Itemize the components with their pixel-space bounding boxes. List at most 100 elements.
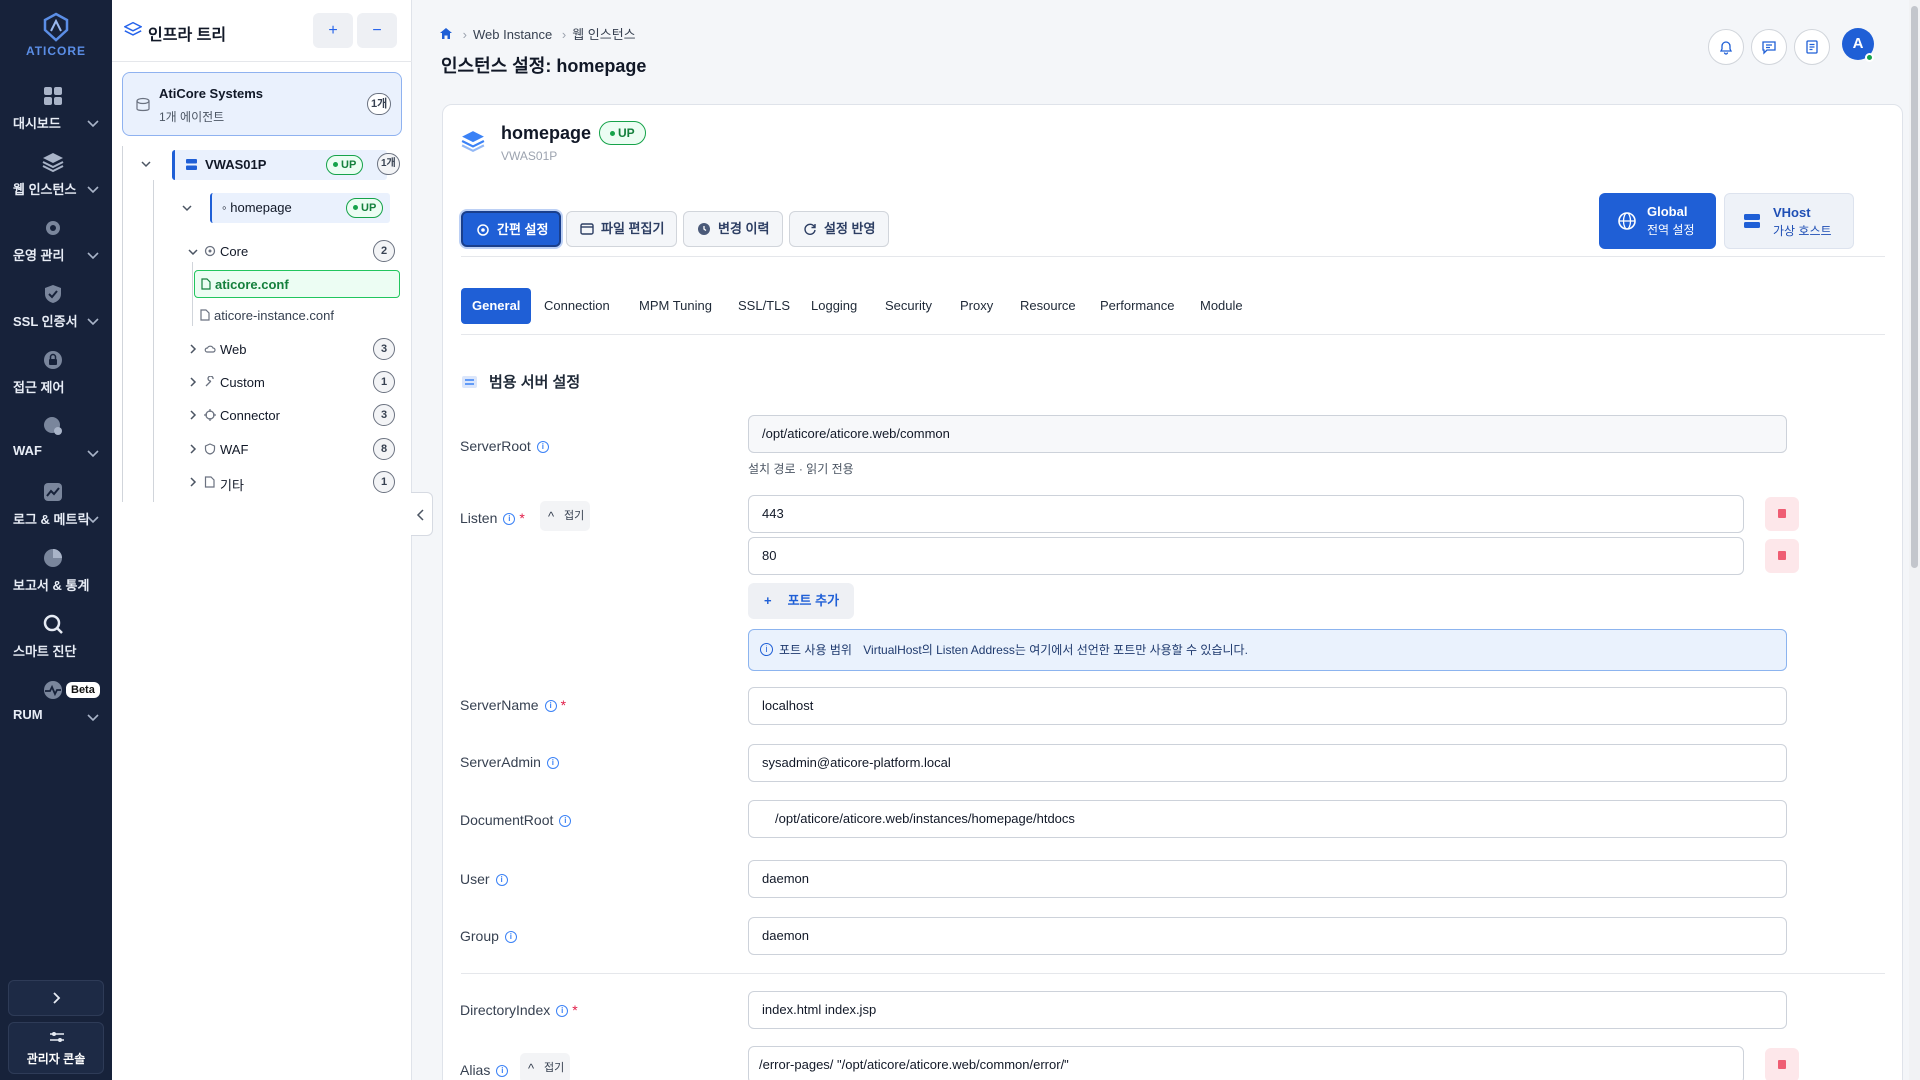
nav-item-waf[interactable]: WAF bbox=[0, 415, 112, 475]
nav-item-label: 운영 관리 bbox=[13, 248, 65, 263]
nav-item-dashboard[interactable]: 대시보드 bbox=[0, 85, 112, 145]
listen-collapse-button[interactable]: 접기 bbox=[540, 501, 591, 532]
alias-label: Alias i bbox=[460, 1062, 509, 1078]
alias-collapse-button[interactable]: 접기 bbox=[520, 1053, 571, 1080]
user-input[interactable]: daemon bbox=[748, 860, 1787, 898]
listen-port-input[interactable]: 80 bbox=[748, 537, 1744, 575]
servername-label: ServerName i * bbox=[460, 697, 567, 713]
info-icon[interactable]: i bbox=[559, 815, 572, 827]
tab-logging[interactable]: Logging bbox=[811, 288, 857, 324]
nav-item-label: WAF bbox=[13, 443, 42, 458]
scrollbar-thumb[interactable] bbox=[1911, 6, 1918, 568]
file-node-aticore-conf[interactable]: aticore.conf bbox=[194, 270, 400, 298]
info-icon[interactable]: i bbox=[546, 757, 559, 769]
scope-global-button[interactable]: Global 전역 설정 bbox=[1599, 193, 1716, 249]
tab-resource[interactable]: Resource bbox=[1020, 288, 1076, 324]
database-icon bbox=[136, 97, 150, 112]
chevron-down-icon[interactable] bbox=[188, 247, 198, 257]
collapse-all-button[interactable]: − bbox=[357, 13, 397, 48]
file-editor-button[interactable]: 파일 편집기 bbox=[566, 211, 677, 247]
org-agents: 1개 에이전트 bbox=[159, 110, 225, 124]
aticore-logo-icon bbox=[43, 12, 69, 42]
infra-tree-panel: 인프라 트리 + − AtiCore Systems 1개 에이전트 1개 VW… bbox=[112, 0, 412, 1080]
sliders-icon bbox=[50, 1032, 64, 1042]
file-node-aticore-instance-conf[interactable]: aticore-instance.conf bbox=[194, 303, 400, 329]
notes-button[interactable] bbox=[1794, 29, 1830, 65]
info-icon[interactable]: i bbox=[496, 1065, 509, 1077]
scrollbar[interactable] bbox=[1909, 0, 1920, 1080]
info-icon[interactable]: i bbox=[503, 513, 516, 525]
tab-mpm-tuning[interactable]: MPM Tuning bbox=[639, 288, 712, 324]
nav-item-logs-metrics[interactable]: 로그 & 메트릭 bbox=[0, 481, 112, 541]
chevron-right-icon bbox=[190, 377, 197, 387]
group-name: Custom bbox=[220, 375, 265, 390]
info-icon[interactable]: i bbox=[495, 874, 508, 886]
nav-item-reports[interactable]: 보고서 & 통계 bbox=[0, 547, 112, 607]
apply-settings-button[interactable]: 설정 반영 bbox=[789, 211, 889, 247]
layers-icon bbox=[124, 21, 142, 36]
bell-icon bbox=[1719, 41, 1733, 55]
chat-icon bbox=[1762, 41, 1776, 55]
serveradmin-label: ServerAdmin i bbox=[460, 754, 559, 770]
delete-alias-button[interactable] bbox=[1765, 1048, 1799, 1080]
serverroot-input[interactable]: /opt/aticore/aticore.web/common bbox=[748, 415, 1787, 453]
servername-input[interactable]: localhost bbox=[748, 687, 1787, 725]
nav-item-access-control[interactable]: 접근 제어 bbox=[0, 349, 112, 409]
pulse-icon bbox=[44, 681, 62, 699]
org-card[interactable]: AtiCore Systems 1개 에이전트 1개 bbox=[122, 72, 402, 136]
tab-security[interactable]: Security bbox=[885, 288, 932, 324]
instance-node-homepage[interactable]: ◦ homepage UP bbox=[210, 193, 390, 223]
directoryindex-input[interactable]: index.html index.jsp bbox=[748, 991, 1787, 1029]
breadcrumb-item: 웹 인스턴스 bbox=[572, 27, 636, 42]
group-input[interactable]: daemon bbox=[748, 917, 1787, 955]
chevron-down-icon[interactable] bbox=[141, 159, 151, 169]
listen-port-input[interactable]: 443 bbox=[748, 495, 1744, 533]
scope-vhost-button[interactable]: VHost 가상 호스트 bbox=[1724, 193, 1854, 249]
group-count-badge: 1 bbox=[373, 371, 395, 393]
home-icon[interactable] bbox=[439, 27, 453, 40]
globe-icon bbox=[1618, 212, 1636, 230]
breadcrumb-item[interactable]: Web Instance bbox=[473, 27, 552, 42]
group-count-badge: 3 bbox=[373, 338, 395, 360]
expand-all-button[interactable]: + bbox=[313, 13, 353, 48]
nav-item-web-instance[interactable]: 웹 인스턴스 bbox=[0, 151, 112, 211]
divider bbox=[461, 334, 1885, 335]
nav-item-operations[interactable]: 운영 관리 bbox=[0, 217, 112, 277]
tab-ssl-tls[interactable]: SSL/TLS bbox=[738, 288, 790, 324]
brand-logo[interactable]: ATICORE bbox=[0, 12, 112, 58]
info-icon[interactable]: i bbox=[536, 441, 549, 453]
info-icon[interactable]: i bbox=[556, 1005, 569, 1017]
messages-button[interactable] bbox=[1751, 29, 1787, 65]
nav-item-smart-diagnosis[interactable]: 스마트 진단 bbox=[0, 613, 112, 673]
divider bbox=[461, 973, 1885, 974]
delete-port-button[interactable] bbox=[1765, 539, 1799, 573]
notifications-button[interactable] bbox=[1708, 29, 1744, 65]
shield-icon bbox=[44, 417, 62, 435]
add-port-button[interactable]: + 포트 추가 bbox=[748, 583, 854, 619]
breadcrumb: › Web Instance › 웹 인스턴스 bbox=[439, 24, 636, 43]
info-icon[interactable]: i bbox=[504, 931, 517, 943]
serveradmin-input[interactable]: sysadmin@aticore-platform.local bbox=[748, 744, 1787, 782]
documentroot-input[interactable]: /opt/aticore/aticore.web/instances/homep… bbox=[748, 800, 1787, 838]
action-label: 간편 설정 bbox=[497, 222, 549, 237]
expand-nav-button[interactable] bbox=[8, 980, 104, 1016]
scope-subtitle: 가상 호스트 bbox=[1773, 224, 1832, 238]
nav-item-ssl[interactable]: SSL 인증서 bbox=[0, 283, 112, 343]
admin-console-button[interactable]: 관리자 콘솔 bbox=[8, 1022, 104, 1074]
alias-input[interactable]: /error-pages/ "/opt/aticore/aticore.web/… bbox=[748, 1046, 1744, 1080]
chevron-down-icon[interactable] bbox=[182, 203, 192, 213]
chevron-down-icon bbox=[87, 450, 99, 458]
tab-general[interactable]: General bbox=[461, 288, 532, 324]
nav-item-rum[interactable]: Beta RUM bbox=[0, 679, 112, 739]
change-history-button[interactable]: 변경 이력 bbox=[683, 211, 783, 247]
delete-port-button[interactable] bbox=[1765, 497, 1799, 531]
server-node-VWAS01P[interactable]: VWAS01P UP bbox=[172, 150, 387, 180]
tab-performance[interactable]: Performance bbox=[1100, 288, 1174, 324]
tab-proxy[interactable]: Proxy bbox=[960, 288, 993, 324]
tab-connection[interactable]: Connection bbox=[544, 288, 610, 324]
quick-settings-button[interactable]: 간편 설정 bbox=[461, 211, 561, 247]
refresh-icon bbox=[804, 223, 816, 235]
group-name: WAF bbox=[220, 442, 249, 457]
tab-module[interactable]: Module bbox=[1200, 288, 1243, 324]
info-icon[interactable]: i bbox=[544, 700, 557, 712]
